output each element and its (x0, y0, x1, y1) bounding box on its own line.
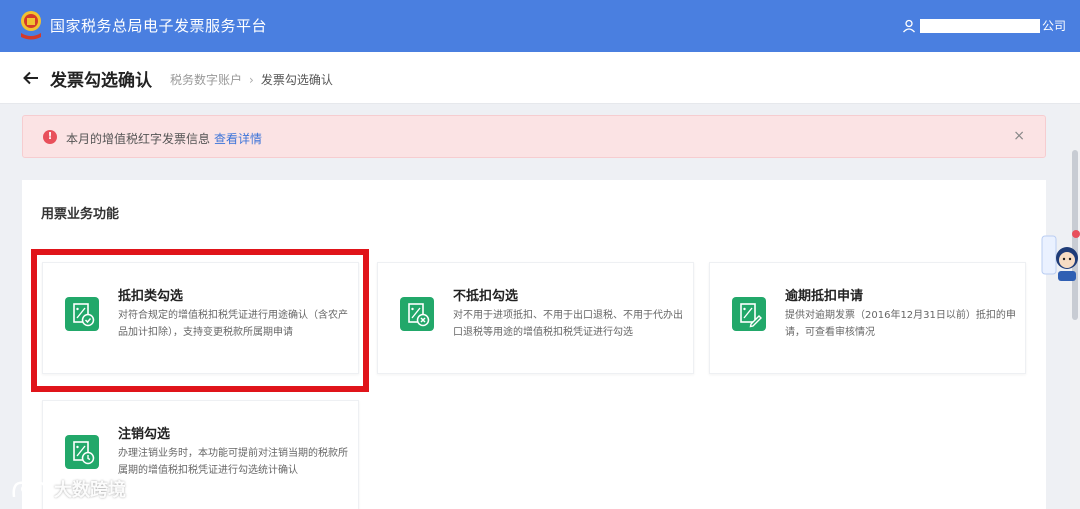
alert-message: 本月的增值税红字发票信息 (66, 132, 211, 146)
top-bar: 国家税务总局电子发票服务平台 公司 (0, 0, 1080, 52)
back-arrow-icon[interactable] (22, 69, 40, 87)
floating-assistant-icon[interactable] (1040, 226, 1080, 284)
clock-document-icon (65, 435, 99, 469)
red-invoice-alert: ! 本月的增值税红字发票信息 查看详情 × (22, 115, 1046, 158)
card-description: 办理注销业务时，本功能可提前对注销当期的税款所属期的增值税扣税凭证进行勾选统计确… (118, 448, 348, 476)
card-non-deductible-selection[interactable]: 不抵扣勾选 对不用于进项抵扣、不用于出口退税、不用于代办出口退税等用途的增值税扣… (377, 262, 694, 374)
card-description: 对不用于进项抵扣、不用于出口退税、不用于代办出口退税等用途的增值税扣税凭证进行勾… (453, 310, 683, 338)
tax-emblem-icon (21, 11, 41, 40)
user-name-redacted (919, 18, 1040, 33)
close-icon[interactable]: × (1013, 128, 1025, 144)
breadcrumb-item-account[interactable]: 税务数字账户 (170, 71, 242, 88)
card-description: 提供对逾期发票（2016年12月31日以前）抵扣的申请，可查看审核情况 (785, 310, 1016, 338)
cross-document-icon (400, 297, 434, 331)
watermark: 大数跨境 (10, 476, 126, 502)
business-functions-panel: 用票业务功能 抵扣类勾选 对符合规定的增值税扣税凭证进行用途确认（含农产品加计扣… (22, 180, 1046, 509)
card-title: 抵扣类勾选 (118, 289, 184, 304)
card-title: 不抵扣勾选 (453, 289, 519, 304)
user-icon (903, 19, 915, 32)
page-header: 发票勾选确认 税务数字账户 › 发票勾选确认 (0, 52, 1080, 104)
page-title: 发票勾选确认 (50, 71, 152, 91)
watermark-logo-icon (12, 479, 48, 498)
user-company-suffix: 公司 (1041, 19, 1066, 33)
chevron-right-icon: › (249, 72, 254, 87)
app-title: 国家税务总局电子发票服务平台 (50, 17, 268, 35)
section-title: 用票业务功能 (41, 207, 120, 222)
watermark-text: 大数跨境 (54, 480, 126, 501)
card-title: 注销勾选 (118, 427, 171, 442)
card-description: 对符合规定的增值税扣税凭证进行用途确认（含农产品加计扣除），支持变更税款所属期申… (118, 310, 348, 338)
card-title: 逾期抵扣申请 (785, 289, 864, 304)
breadcrumb: 税务数字账户 › 发票勾选确认 (170, 71, 333, 88)
alert-circle-icon: ! (43, 130, 57, 144)
user-menu[interactable]: 公司 (902, 17, 1066, 34)
view-details-link[interactable]: 查看详情 (214, 130, 262, 147)
card-deductible-selection[interactable]: 抵扣类勾选 对符合规定的增值税扣税凭证进行用途确认（含农产品加计扣除），支持变更… (42, 262, 359, 374)
check-document-icon (65, 297, 99, 331)
card-overdue-deduction-application[interactable]: 逾期抵扣申请 提供对逾期发票（2016年12月31日以前）抵扣的申请，可查看审核… (709, 262, 1026, 374)
pen-document-icon (732, 297, 766, 331)
breadcrumb-item-current: 发票勾选确认 (260, 73, 333, 87)
